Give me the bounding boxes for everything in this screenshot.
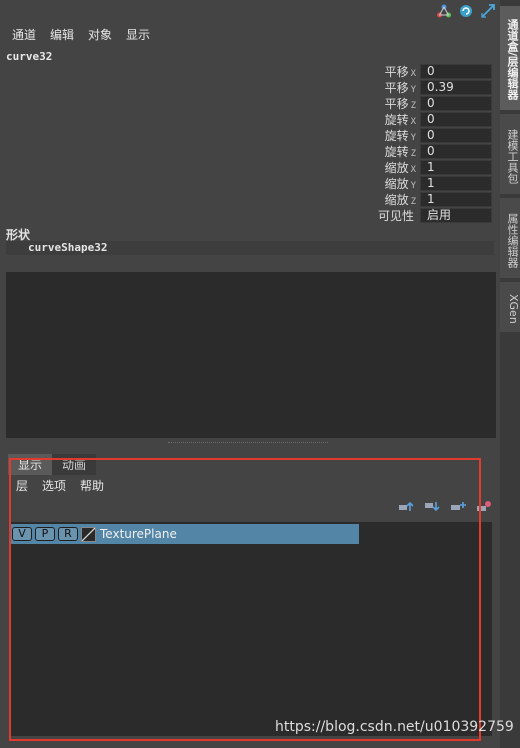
diagonal-arrow-icon[interactable] xyxy=(480,3,496,19)
attr-label-text: 缩放 xyxy=(384,192,409,207)
highlight-box xyxy=(9,458,481,741)
attr-axis: Y xyxy=(410,132,416,143)
tab-channel-box-layer-editor[interactable]: 通道盒/层编辑器 xyxy=(500,6,520,110)
attr-row-rotate-z: 旋转 Z 0 xyxy=(360,143,496,159)
attr-label[interactable]: 平移 Z xyxy=(360,95,420,112)
attr-value[interactable]: 1 xyxy=(420,175,492,191)
attr-label[interactable]: 旋转 Z xyxy=(360,143,420,160)
attr-value[interactable]: 启用 xyxy=(420,207,492,223)
attr-row-visibility: 可见性 启用 xyxy=(360,207,496,223)
object-name[interactable]: curve32 xyxy=(6,50,52,63)
attr-row-translate-x: 平移 X 0 xyxy=(360,63,496,79)
tab-attribute-editor[interactable]: 属性编辑器 xyxy=(500,198,520,278)
attr-row-translate-y: 平移 Y 0.39 xyxy=(360,79,496,95)
attr-label[interactable]: 平移 Y xyxy=(360,79,420,96)
attr-label-text: 缩放 xyxy=(384,160,409,175)
attr-label-text: 可见性 xyxy=(377,208,414,223)
menu-channels[interactable]: 通道 xyxy=(12,26,36,43)
right-tab-bar xyxy=(500,0,520,748)
shape-item[interactable]: curveShape32 xyxy=(6,241,494,255)
attr-value[interactable]: 1 xyxy=(420,159,492,175)
attr-row-translate-z: 平移 Z 0 xyxy=(360,95,496,111)
attr-label-text: 缩放 xyxy=(384,176,409,191)
triangle-axis-icon[interactable] xyxy=(436,3,452,19)
attr-value[interactable]: 1 xyxy=(420,191,492,207)
attr-row-scale-z: 缩放 Z 1 xyxy=(360,191,496,207)
attr-row-rotate-y: 旋转 Y 0 xyxy=(360,127,496,143)
attr-row-scale-y: 缩放 Y 1 xyxy=(360,175,496,191)
attr-label-text: 平移 xyxy=(384,80,409,95)
attr-axis: X xyxy=(410,116,416,127)
pane-splitter[interactable] xyxy=(168,442,328,445)
top-toolbar xyxy=(436,3,496,21)
attr-label-text: 旋转 xyxy=(384,112,409,127)
attr-label[interactable]: 缩放 Z xyxy=(360,191,420,208)
menu-object[interactable]: 对象 xyxy=(88,26,112,43)
attr-label[interactable]: 旋转 X xyxy=(360,111,420,128)
attr-value[interactable]: 0 xyxy=(420,63,492,79)
circle-arrow-icon[interactable] xyxy=(458,3,474,19)
attr-axis: Z xyxy=(410,148,416,159)
attr-label-text: 平移 xyxy=(384,64,409,79)
attr-value[interactable]: 0 xyxy=(420,127,492,143)
attr-axis: Z xyxy=(410,196,416,207)
attr-label[interactable]: 缩放 Y xyxy=(360,175,420,192)
menu-edit[interactable]: 编辑 xyxy=(50,26,74,43)
attr-axis: Y xyxy=(410,84,416,95)
attr-label[interactable]: 平移 X xyxy=(360,63,420,80)
attr-value[interactable]: 0.39 xyxy=(420,79,492,95)
attr-value[interactable]: 0 xyxy=(420,95,492,111)
attr-value[interactable]: 0 xyxy=(420,111,492,127)
attr-label-text: 平移 xyxy=(384,96,409,111)
channel-box-menubar: 通道 编辑 对象 显示 xyxy=(12,26,150,43)
tab-xgen[interactable]: XGen xyxy=(500,282,520,332)
attr-label[interactable]: 旋转 Y xyxy=(360,127,420,144)
channel-box-empty-area xyxy=(6,272,496,438)
watermark-url: https://blog.csdn.net/u010392759 xyxy=(275,719,514,735)
attr-axis: Z xyxy=(410,100,416,111)
attr-row-rotate-x: 旋转 X 0 xyxy=(360,111,496,127)
attr-label-text: 旋转 xyxy=(384,128,409,143)
attr-axis: X xyxy=(410,164,416,175)
attr-axis: X xyxy=(410,68,416,79)
tab-modeling-toolkit[interactable]: 建模工具包 xyxy=(500,114,520,194)
attr-row-scale-x: 缩放 X 1 xyxy=(360,159,496,175)
menu-show[interactable]: 显示 xyxy=(126,26,150,43)
attr-label[interactable]: 可见性 xyxy=(360,207,420,224)
attr-label[interactable]: 缩放 X xyxy=(360,159,420,176)
attr-label-text: 旋转 xyxy=(384,144,409,159)
attribute-list: 平移 X 0 平移 Y 0.39 平移 Z 0 旋转 X 0 旋转 Y 0 旋转 Z 0 缩… xyxy=(360,63,496,223)
attr-axis: Y xyxy=(410,180,416,191)
attr-value[interactable]: 0 xyxy=(420,143,492,159)
